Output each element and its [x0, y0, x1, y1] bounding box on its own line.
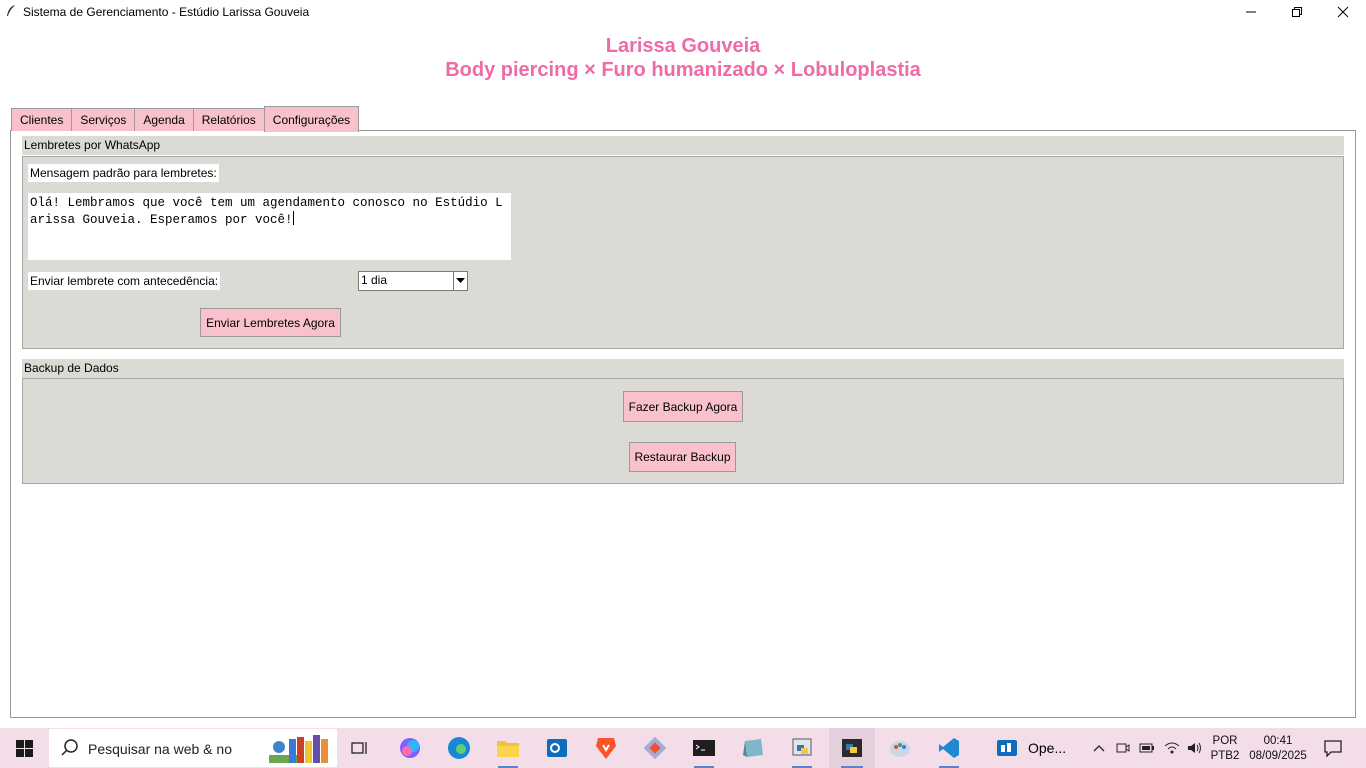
clock-time: 00:41 [1263, 734, 1293, 747]
tab-bar: Clientes Serviços Agenda Relatórios Conf… [11, 106, 360, 132]
whatsapp-group-title: Lembretes por WhatsApp [22, 136, 1344, 155]
whatsapp-group: Mensagem padrão para lembretes: Olá! Lem… [22, 156, 1344, 349]
send-reminders-button[interactable]: Enviar Lembretes Agora [200, 308, 341, 337]
taskbar-git[interactable] [635, 728, 675, 768]
window-title-bar: Sistema de Gerenciamento - Estúdio Laris… [0, 0, 1366, 24]
task-view-button[interactable] [342, 728, 378, 768]
taskbar-terminal[interactable] [684, 728, 724, 768]
taskbar-vscode[interactable] [929, 728, 969, 768]
search-placeholder: Pesquisar na web & no [88, 741, 232, 757]
tab-configuracoes[interactable]: Configurações [263, 106, 360, 132]
tray-clock[interactable]: 00:41 08/09/2025 [1246, 728, 1310, 768]
close-icon [1337, 6, 1349, 18]
feather-icon [7, 5, 15, 16]
windows-logo-icon [15, 739, 33, 757]
clock-date: 08/09/2025 [1249, 749, 1307, 762]
search-icon [61, 739, 78, 756]
restore-button[interactable] [1274, 0, 1320, 24]
camera-icon [1116, 743, 1130, 753]
message-textarea[interactable]: Olá! Lembramos que você tem um agendamen… [28, 193, 511, 260]
window-title: Sistema de Gerenciamento - Estúdio Laris… [23, 5, 310, 19]
python-app-icon [842, 739, 862, 757]
keyboard-layout: PTB2 [1210, 749, 1240, 762]
battery-icon [1139, 743, 1154, 753]
text-caret [292, 211, 294, 225]
folder-icon [497, 741, 519, 757]
backup-now-button[interactable]: Fazer Backup Agora [623, 391, 743, 422]
taskbar: Pesquisar na web & no Ope... POR PTB2 00… [0, 728, 1366, 768]
studio-name: Larissa Gouveia [605, 35, 761, 57]
books-widget-icon [269, 735, 328, 763]
taskbar-search[interactable]: Pesquisar na web & no [49, 729, 337, 767]
close-button[interactable] [1320, 0, 1366, 24]
open-window-label: Ope... [1028, 740, 1067, 756]
tab-agenda[interactable]: Agenda [134, 108, 194, 131]
advance-label: Enviar lembrete com antecedência: [28, 272, 221, 290]
taskbar-notes[interactable] [733, 728, 773, 768]
python-idle-icon [792, 738, 812, 756]
dropdown-arrow-button[interactable] [453, 272, 467, 290]
paint-palette-icon [890, 741, 910, 757]
tray-language[interactable]: POR PTB2 [1208, 728, 1242, 768]
terminal-icon [693, 740, 715, 756]
studio-subtitle: Body piercing × Furo humanizado × Lobulo… [445, 59, 921, 81]
wifi-icon [1164, 742, 1180, 754]
message-text: Olá! Lembramos que você tem um agendamen… [30, 196, 503, 227]
restore-backup-button[interactable]: Restaurar Backup [629, 442, 736, 472]
vscode-icon [939, 738, 959, 758]
tray-battery[interactable] [1137, 728, 1157, 768]
backup-group: Fazer Backup Agora Restaurar Backup [22, 378, 1344, 484]
tab-clientes[interactable]: Clientes [11, 108, 73, 131]
task-view-icon [351, 742, 367, 754]
git-icon [643, 736, 667, 760]
taskbar-edge[interactable] [439, 728, 479, 768]
taskbar-open-window[interactable]: Ope... [996, 728, 1076, 768]
notifications-button[interactable] [1318, 728, 1348, 768]
backup-group-title: Backup de Dados [22, 359, 1344, 378]
copilot-icon [400, 738, 420, 758]
tab-relatorios[interactable]: Relatórios [192, 108, 265, 131]
minimize-button[interactable] [1228, 0, 1274, 24]
brave-browser-icon [596, 738, 616, 759]
speaker-icon [1188, 742, 1201, 754]
taskbar-copilot[interactable] [390, 728, 430, 768]
tab-panel: Lembretes por WhatsApp Mensagem padrão p… [10, 130, 1356, 718]
app-window-icon [997, 740, 1017, 756]
taskbar-outlook[interactable] [537, 728, 577, 768]
taskbar-python-app[interactable] [829, 728, 875, 768]
advance-select-value: 1 dia [361, 273, 388, 287]
notes-app-icon [743, 739, 763, 757]
language-code: POR [1212, 734, 1238, 747]
message-label: Mensagem padrão para lembretes: [28, 164, 219, 182]
tray-wifi[interactable] [1162, 728, 1182, 768]
tray-meet-now[interactable] [1113, 728, 1133, 768]
chevron-down-icon [456, 278, 465, 283]
tray-overflow-button[interactable] [1089, 728, 1109, 768]
start-button[interactable] [4, 728, 44, 768]
minimize-icon [1246, 11, 1256, 13]
studio-header: Larissa Gouveia Body piercing × Furo hum… [0, 34, 1366, 82]
outlook-icon [547, 739, 567, 757]
tray-volume[interactable] [1185, 728, 1205, 768]
chevron-up-icon [1093, 745, 1105, 752]
restore-icon [1292, 7, 1302, 17]
tab-servicos[interactable]: Serviços [71, 108, 136, 131]
taskbar-file-explorer[interactable] [488, 728, 528, 768]
edge-browser-icon [448, 737, 470, 759]
taskbar-paint[interactable] [880, 728, 920, 768]
taskbar-brave[interactable] [586, 728, 626, 768]
advance-select[interactable]: 1 dia [358, 271, 468, 291]
notification-icon [1324, 740, 1342, 757]
taskbar-python-idle[interactable] [782, 728, 822, 768]
